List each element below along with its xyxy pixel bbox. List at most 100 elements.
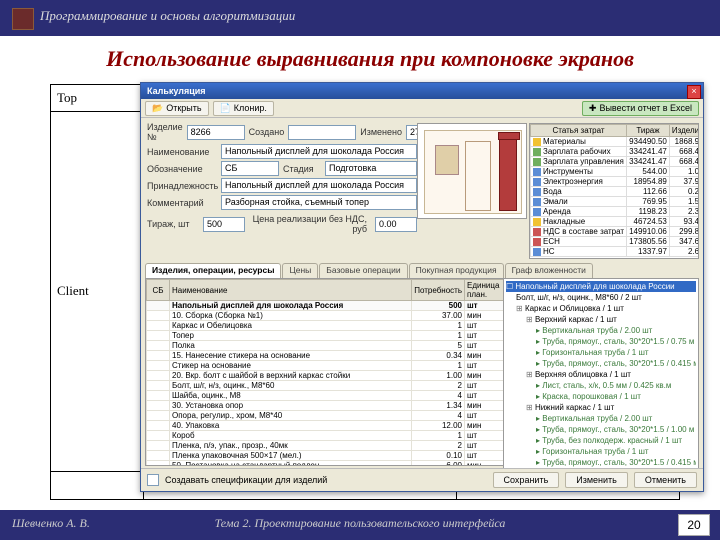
clone-button[interactable]: 📄Клонир. bbox=[213, 101, 274, 116]
window-title: Калькуляция bbox=[147, 86, 206, 96]
component-tree[interactable]: ☐ Напольный дисплей для шоколада РоссииБ… bbox=[503, 278, 699, 470]
cost-header: Статья затрат bbox=[531, 125, 627, 137]
tree-item[interactable]: Лист, сталь, х/к, 0.5 мм / 0.425 кв.м bbox=[506, 380, 696, 391]
spec-table[interactable]: СБНаименованиеПотребностьЕдиница план.На… bbox=[145, 278, 505, 466]
tree-item[interactable]: Горизонтальная труба / 1 шт bbox=[506, 446, 696, 457]
product-input[interactable]: 8266 bbox=[187, 125, 245, 140]
change-button[interactable]: Изменить bbox=[565, 472, 628, 488]
name-input[interactable]: Напольный дисплей для шоколада Россия bbox=[221, 144, 417, 159]
price-label: Цена реализации без НДС, руб bbox=[249, 214, 371, 234]
open-button[interactable]: 📂Открыть bbox=[145, 101, 209, 116]
cost-row[interactable]: Вода112.660.23 bbox=[531, 187, 700, 197]
cancel-button[interactable]: Отменить bbox=[634, 472, 697, 488]
page-number: 20 bbox=[678, 514, 710, 536]
spec-row[interactable]: Пленка упаковочная 500×17 (мел.)0.10шт bbox=[147, 451, 504, 461]
product-label: Изделие № bbox=[147, 122, 183, 142]
window-footer: Создавать спецификации для изделий Сохра… bbox=[141, 468, 703, 491]
stage-select[interactable]: Подготовка bbox=[325, 161, 417, 176]
cost-category-icon bbox=[533, 148, 541, 156]
comment-label: Комментарий bbox=[147, 198, 217, 208]
tirazh-input[interactable]: 500 bbox=[203, 217, 245, 232]
cost-category-icon bbox=[533, 218, 541, 226]
course-title: Программирование и основы алгоритмизации bbox=[40, 8, 295, 24]
tab-1[interactable]: Цены bbox=[282, 263, 318, 278]
belong-input[interactable]: Напольный дисплей для шоколада Россия bbox=[221, 178, 417, 193]
spec-row[interactable]: 20. Вкр. болт с шайбой в верхний каркас … bbox=[147, 371, 504, 381]
cost-row[interactable]: НС1337.972.67 bbox=[531, 247, 700, 257]
footer-topic: Тема 2. Проектирование пользовательского… bbox=[0, 516, 720, 531]
tab-4[interactable]: Граф вложенности bbox=[505, 263, 593, 278]
cost-row[interactable]: НДС в составе затрат149910.06299.82 bbox=[531, 227, 700, 237]
spec-row[interactable]: Шайба, оцинк., М84шт bbox=[147, 391, 504, 401]
cost-category-icon bbox=[533, 248, 541, 256]
spec-row[interactable]: 40. Упаковка12.00мин bbox=[147, 421, 504, 431]
app-window: Калькуляция × 📂Открыть 📄Клонир. ✚Вывести… bbox=[140, 82, 704, 492]
tree-item[interactable]: Труба, прямоуг., сталь, 30*20*1.5 / 0.41… bbox=[506, 457, 696, 468]
tree-item[interactable]: Труба, прямоуг., сталь, 30*20*1.5 / 0.41… bbox=[506, 358, 696, 369]
tree-item[interactable]: Каркас и Облицовка / 1 шт bbox=[506, 303, 696, 314]
spec-row[interactable]: Пленка, п/э, упак., прозр., 40мк2шт bbox=[147, 441, 504, 451]
slide-footer: Шевченко А. В. Тема 2. Проектирование по… bbox=[0, 510, 720, 540]
code-label: Обозначение bbox=[147, 164, 217, 174]
tab-2[interactable]: Базовые операции bbox=[319, 263, 407, 278]
tree-item[interactable]: Верхняя облицовка / 1 шт bbox=[506, 369, 696, 380]
course-logo-icon bbox=[12, 8, 34, 30]
cell-client-outer: Client bbox=[51, 111, 144, 471]
tab-3[interactable]: Покупная продукция bbox=[409, 263, 504, 278]
cost-row[interactable]: Накладные46724.5393.45 bbox=[531, 217, 700, 227]
tree-item[interactable]: Болт, ш/г, н/з, оцинк., М8*60 / 2 шт bbox=[506, 292, 696, 303]
spec-row[interactable]: Стикер на основание1шт bbox=[147, 361, 504, 371]
export-excel-button[interactable]: ✚Вывести отчет в Excel bbox=[582, 101, 699, 116]
tree-item[interactable]: Вертикальная труба / 2.00 шт bbox=[506, 413, 696, 424]
spec-row[interactable]: 30. Установка опор1.34мин bbox=[147, 401, 504, 411]
spec-row[interactable]: Каркас и Обелицовка1шт bbox=[147, 321, 504, 331]
spec-row[interactable]: Полка5шт bbox=[147, 341, 504, 351]
excel-icon: ✚ bbox=[589, 103, 597, 114]
spec-row[interactable]: 15. Нанесение стикера на основание0.34ми… bbox=[147, 351, 504, 361]
window-titlebar[interactable]: Калькуляция × bbox=[141, 83, 703, 99]
stage-label: Стадия bbox=[283, 164, 321, 174]
close-icon[interactable]: × bbox=[687, 85, 701, 99]
comment-input[interactable]: Разборная стойка, съемный топер bbox=[221, 195, 417, 210]
create-spec-checkbox[interactable] bbox=[147, 474, 159, 486]
tree-root[interactable]: ☐ Напольный дисплей для шоколада России bbox=[506, 281, 696, 292]
cost-category-icon bbox=[533, 168, 541, 176]
spec-row[interactable]: 50. Постановка на стандартный поддон6.00… bbox=[147, 461, 504, 467]
save-button[interactable]: Сохранить bbox=[493, 472, 560, 488]
spec-row[interactable]: Топер1шт bbox=[147, 331, 504, 341]
folder-icon: 📂 bbox=[152, 103, 163, 114]
created-input[interactable] bbox=[288, 125, 356, 140]
price-input[interactable]: 0.00 bbox=[375, 217, 417, 232]
tree-item[interactable]: Горизонтальная труба / 1 шт bbox=[506, 347, 696, 358]
tree-item[interactable]: Нижний каркас / 1 шт bbox=[506, 402, 696, 413]
spec-row[interactable]: Напольный дисплей для шоколада Россия500… bbox=[147, 301, 504, 311]
slide-header: Программирование и основы алгоритмизации bbox=[0, 0, 720, 36]
tab-0[interactable]: Изделия, операции, ресурсы bbox=[145, 263, 281, 278]
cost-row[interactable]: Электроэнергия18954.8937.91 bbox=[531, 177, 700, 187]
cost-row[interactable]: Эмали769.951.54 bbox=[531, 197, 700, 207]
code-input[interactable]: СБ bbox=[221, 161, 279, 176]
tree-item[interactable]: Труба, прямоуг., сталь, 30*20*1.5 / 1.00… bbox=[506, 424, 696, 435]
spec-row[interactable]: Короб1шт bbox=[147, 431, 504, 441]
cost-row[interactable]: Зарплата рабочих334241.47668.48 bbox=[531, 147, 700, 157]
cost-row[interactable]: Материалы934490.501868.98 bbox=[531, 137, 700, 147]
spec-row[interactable]: 10. Сборка (Сборка №1)37.00мин bbox=[147, 311, 504, 321]
preview-tower-icon bbox=[499, 137, 517, 211]
tree-item[interactable]: Труба, прямоуг., сталь, 30*20*1.5 / 0.75… bbox=[506, 336, 696, 347]
belong-label: Принадлежность bbox=[147, 181, 217, 191]
cost-row[interactable]: Зарплата управления334241.47668.48 bbox=[531, 157, 700, 167]
copy-icon: 📄 bbox=[220, 103, 231, 114]
tree-item[interactable]: Вертикальная труба / 2.00 шт bbox=[506, 325, 696, 336]
tree-item[interactable]: Верхний каркас / 1 шт bbox=[506, 314, 696, 325]
spec-row[interactable]: Опора, регулир., хром, М8*404шт bbox=[147, 411, 504, 421]
cell-top-outer: Top bbox=[51, 85, 144, 112]
tree-item[interactable]: Краска, порошковая / 1 шт bbox=[506, 391, 696, 402]
tree-item[interactable]: Труба, без полкодерж. красный / 1 шт bbox=[506, 435, 696, 446]
cost-row[interactable]: Инструменты544.001.09 bbox=[531, 167, 700, 177]
preview-ornament-icon bbox=[435, 145, 459, 175]
cost-row[interactable]: Аренда1198.232.38 bbox=[531, 207, 700, 217]
cost-header: Тираж bbox=[627, 125, 670, 137]
spec-row[interactable]: Болт, ш/г, н/з, оцинк., М8*602шт bbox=[147, 381, 504, 391]
cost-category-icon bbox=[533, 178, 541, 186]
cost-row[interactable]: ЕСН173805.56347.61 bbox=[531, 237, 700, 247]
